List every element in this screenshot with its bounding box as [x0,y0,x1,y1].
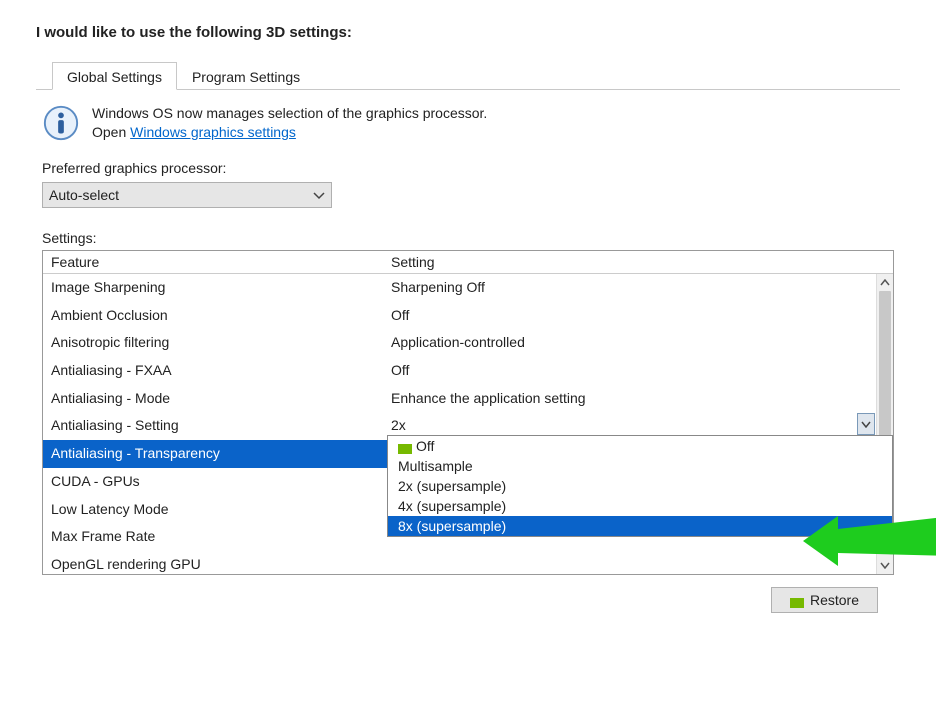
table-row[interactable]: Antialiasing - ModeEnhance the applicati… [43,385,893,413]
preferred-processor-value: Auto-select [49,187,119,203]
page-title: I would like to use the following 3D set… [36,24,900,41]
dropdown-option[interactable]: Multisample [388,456,892,476]
tab-program-settings[interactable]: Program Settings [177,62,315,90]
dropdown-option[interactable]: 4x (supersample) [388,496,892,516]
setting-dropdown-button[interactable] [857,413,875,435]
feature-cell: Max Frame Rate [43,523,383,551]
setting-cell: Off [383,357,893,385]
setting-cell: Enhance the application setting [383,385,893,413]
settings-label: Settings: [42,230,894,246]
preferred-processor-select[interactable]: Auto-select [42,182,332,208]
restore-button-label: Restore [810,592,859,608]
feature-cell: Antialiasing - Mode [43,385,383,413]
nvidia-logo-icon [790,595,804,605]
dropdown-option[interactable]: 8x (supersample) [388,516,892,536]
dropdown-option-label: 2x (supersample) [398,478,506,494]
info-line1: Windows OS now manages selection of the … [92,104,487,123]
feature-cell: Low Latency Mode [43,496,383,524]
dropdown-option[interactable]: Off [388,436,892,456]
table-row[interactable]: OpenGL rendering GPU [43,551,893,574]
chevron-down-icon [313,187,325,203]
feature-cell: Ambient Occlusion [43,302,383,330]
feature-cell: OpenGL rendering GPU [43,551,383,574]
tab-global-settings[interactable]: Global Settings [52,62,177,90]
setting-cell: Off [383,302,893,330]
setting-cell: Application-controlled [383,329,893,357]
feature-cell: Anisotropic filtering [43,329,383,357]
feature-cell: CUDA - GPUs [43,468,383,496]
dropdown-option-label: 8x (supersample) [398,518,506,534]
settings-grid: Feature Setting Image SharpeningSharpeni… [42,250,894,575]
windows-graphics-settings-link[interactable]: Windows graphics settings [130,124,296,140]
info-text: Windows OS now manages selection of the … [92,104,487,142]
dropdown-option-label: Multisample [398,458,473,474]
table-row[interactable]: Image SharpeningSharpening Off [43,274,893,302]
column-header-setting[interactable]: Setting [383,251,893,274]
info-icon [42,104,80,142]
feature-cell: Antialiasing - Transparency [43,440,383,468]
column-header-feature[interactable]: Feature [43,251,383,274]
nvidia-logo-icon [398,441,412,451]
preferred-processor-label: Preferred graphics processor: [42,160,894,176]
feature-cell: Image Sharpening [43,274,383,302]
scroll-thumb[interactable] [879,291,891,441]
scroll-up-icon[interactable] [877,274,893,291]
scroll-down-icon[interactable] [877,557,893,574]
info-open-text: Open [92,124,130,140]
tabs-bar: Global Settings Program Settings [36,61,900,90]
dropdown-option-label: 4x (supersample) [398,498,506,514]
transparency-dropdown[interactable]: Off Multisample 2x (supersample) 4x (supers… [387,435,893,537]
dropdown-option[interactable]: 2x (supersample) [388,476,892,496]
table-row[interactable]: Antialiasing - FXAAOff [43,357,893,385]
table-row[interactable]: Ambient OcclusionOff [43,302,893,330]
feature-cell: Antialiasing - FXAA [43,357,383,385]
dropdown-option-label: Off [416,438,434,454]
setting-cell: Sharpening Off [383,274,893,302]
table-row[interactable]: Anisotropic filteringApplication-control… [43,329,893,357]
setting-cell [383,551,893,574]
feature-cell: Antialiasing - Setting [43,412,383,440]
restore-button[interactable]: Restore [771,587,878,613]
